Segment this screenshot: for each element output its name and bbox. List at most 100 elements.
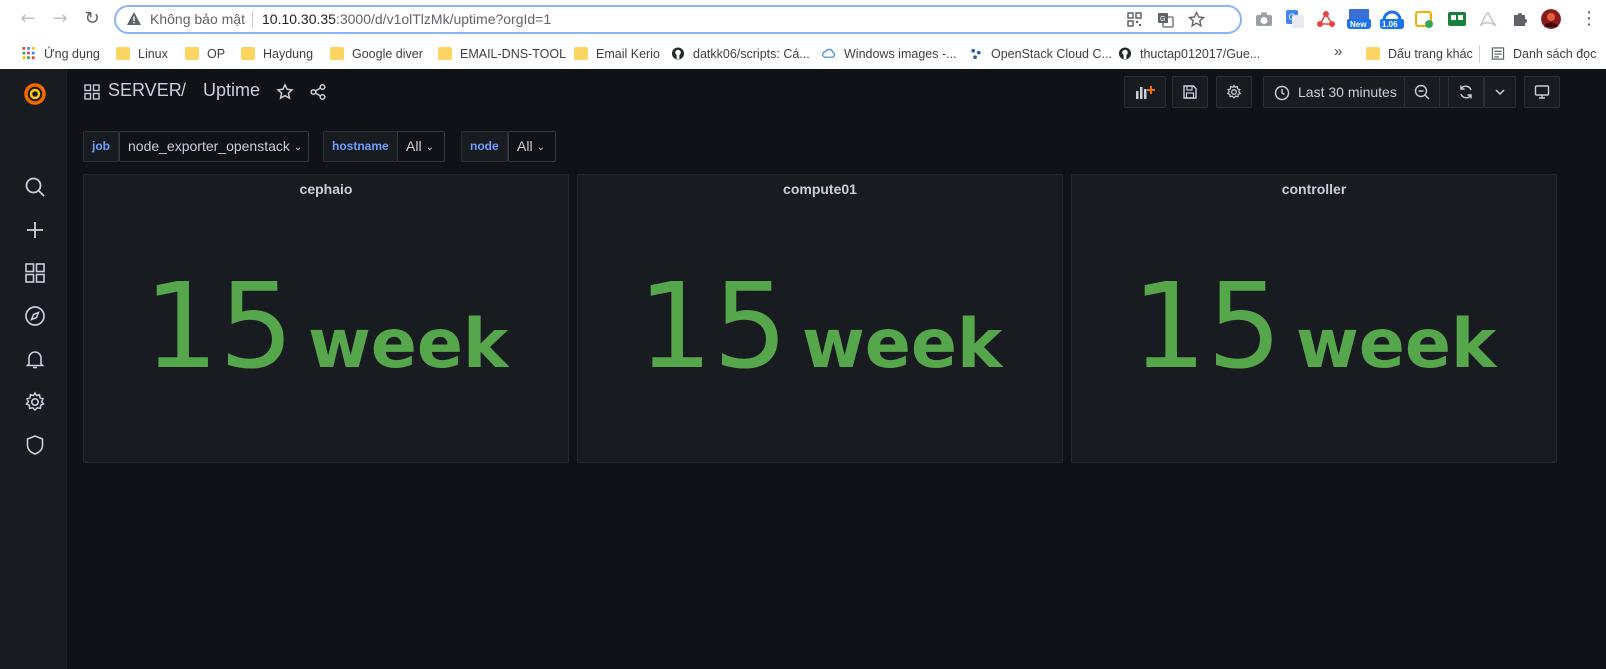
extensions-puzzle-icon[interactable] [1510,9,1530,29]
apps-grid-icon [22,47,35,60]
chevron-down-icon: ⌄ [293,142,303,153]
panel-title[interactable]: cephaio [84,181,568,197]
monitor-icon [1534,85,1550,99]
bookmark-folder-google-diver[interactable]: Google diver [330,45,423,63]
security-label[interactable]: Không bảo mật [150,11,245,27]
bookmark-folder-op[interactable]: OP [185,45,225,63]
chevron-down-icon [1495,89,1505,96]
new-badge-extension-icon[interactable]: New [1347,9,1371,29]
bookmark-folder-email-dns-tool[interactable]: EMAIL-DNS-TOOL [438,45,566,63]
server-admin-shield-icon[interactable] [24,434,46,456]
bookmark-folder-haydung[interactable]: Haydung [241,45,313,63]
other-bookmarks[interactable]: Dấu trang khác [1366,45,1473,63]
green-extension-icon[interactable] [1447,9,1467,29]
stat-panel-controller[interactable]: controller 15 week [1071,174,1557,463]
stat-unit: week [1295,305,1497,384]
reading-list[interactable]: Danh sách đọc [1491,45,1596,63]
stat-value: 15 week [578,267,1062,385]
zoom-out-icon [1414,84,1430,100]
variable-label-job: job [83,131,119,162]
browser-chrome: ← → ↻ Không bảo mật 10.10.30.35:3000/d/v… [0,0,1606,69]
bookmark-folder-email-kerio[interactable]: Email Kerio [574,45,660,63]
stat-unit: week [307,305,509,384]
url-text[interactable]: 10.10.30.35:3000/d/v1olTlzMk/uptime?orgI… [262,11,551,27]
refresh-button[interactable] [1448,76,1484,108]
url-host: 10.10.30.35 [262,11,336,27]
acrobat-icon[interactable] [1478,9,1498,29]
stat-unit: week [801,305,1003,384]
svg-text:G: G [1289,12,1296,22]
translate-icon[interactable]: G [1157,11,1174,28]
qr-code-icon[interactable] [1126,11,1143,28]
bookmark-github-datkk06[interactable]: datkk06/scripts: Cá... [671,45,810,63]
folder-icon [241,47,255,60]
breadcrumb-separator: / [181,80,187,100]
variable-select-hostname[interactable]: All ⌄ [397,131,445,162]
variable-value: All [406,138,422,154]
camera-icon[interactable] [1254,9,1274,29]
explore-compass-icon[interactable] [24,305,46,327]
bookmark-windows-images[interactable]: Windows images -... [822,45,957,63]
svg-text:New: New [1350,20,1367,29]
stat-panel-compute01[interactable]: compute01 15 week [577,174,1063,463]
side-menu [0,69,67,669]
search-icon[interactable] [24,176,46,198]
dashboard-grid-icon[interactable] [84,84,100,100]
address-bar[interactable]: Không bảo mật 10.10.30.35:3000/d/v1olTlz… [114,5,1242,34]
stat-panel-cephaio[interactable]: cephaio 15 week [83,174,569,463]
url-path: :3000/d/v1olTlzMk/uptime?orgId=1 [335,11,552,27]
bookmark-label: EMAIL-DNS-TOOL [460,47,567,61]
bookmark-github-thuctap[interactable]: thuctap012017/Gue... [1118,45,1260,63]
bookmark-apps[interactable]: Ứng dụng [22,45,100,63]
warning-icon[interactable] [126,11,142,27]
view-mode-button[interactable] [1524,76,1560,108]
chevron-down-icon: ⌄ [536,142,545,153]
forward-icon[interactable]: → [48,7,72,31]
save-dashboard-button[interactable] [1172,76,1208,108]
variable-select-node[interactable]: All ⌄ [508,131,556,162]
bookmark-openstack[interactable]: OpenStack Cloud C... [969,45,1112,63]
create-plus-icon[interactable] [24,219,46,241]
dashboard-title[interactable]: Uptime [203,80,260,101]
bookmark-label: Email Kerio [596,47,660,61]
star-icon[interactable] [276,83,294,101]
back-icon[interactable]: ← [16,7,40,31]
bookmark-star-icon[interactable] [1188,11,1205,28]
dashboard-settings-button[interactable] [1216,76,1252,108]
bookmark-label: thuctap012017/Gue... [1140,47,1261,61]
variable-select-job[interactable]: node_exporter_openstack ⌄ [119,131,309,162]
zoom-out-button[interactable] [1404,76,1440,108]
bookmark-label: Ứng dụng [44,47,100,61]
grafana-app: SERVER / Uptime Last 30 minutes job node… [0,69,1606,669]
browser-toolbar: ← → ↻ Không bảo mật 10.10.30.35:3000/d/v… [0,0,1606,38]
bookmark-label: datkk06/scripts: Cá... [693,47,810,61]
bookmark-folder-linux[interactable]: Linux [116,45,168,63]
reading-list-label: Danh sách đọc [1513,47,1597,61]
folder-icon [116,47,130,60]
cloud-icon [822,48,835,58]
speed-badge-extension-icon[interactable]: 1.06 [1380,9,1404,29]
omnibox-divider [252,11,253,28]
panel-title[interactable]: compute01 [578,181,1062,197]
stat-number: 15 [637,257,788,395]
stat-value: 15 week [1072,267,1556,385]
grafana-logo-icon[interactable] [22,81,48,107]
browser-menu-icon[interactable]: ⋮ [1580,7,1598,31]
refresh-interval-dropdown[interactable] [1484,76,1516,108]
bookmarks-divider [1479,45,1480,63]
alerting-bell-icon[interactable] [24,348,46,370]
bookmarks-overflow-chevron[interactable]: » [1334,43,1342,61]
add-panel-button[interactable] [1124,76,1166,108]
svg-text:G: G [1160,16,1165,23]
dashboards-grid-icon[interactable] [24,262,46,284]
panel-title[interactable]: controller [1072,181,1556,197]
reload-icon[interactable]: ↻ [80,7,104,31]
calendar-extension-icon[interactable] [1414,9,1434,29]
github-icon [1118,47,1132,60]
google-translate-icon[interactable]: G [1285,9,1305,29]
profile-avatar[interactable] [1541,9,1561,29]
configuration-gear-icon[interactable] [24,391,46,413]
share-icon[interactable] [309,83,327,101]
breadcrumb-folder[interactable]: SERVER [108,80,182,101]
network-extension-icon[interactable] [1316,9,1336,29]
